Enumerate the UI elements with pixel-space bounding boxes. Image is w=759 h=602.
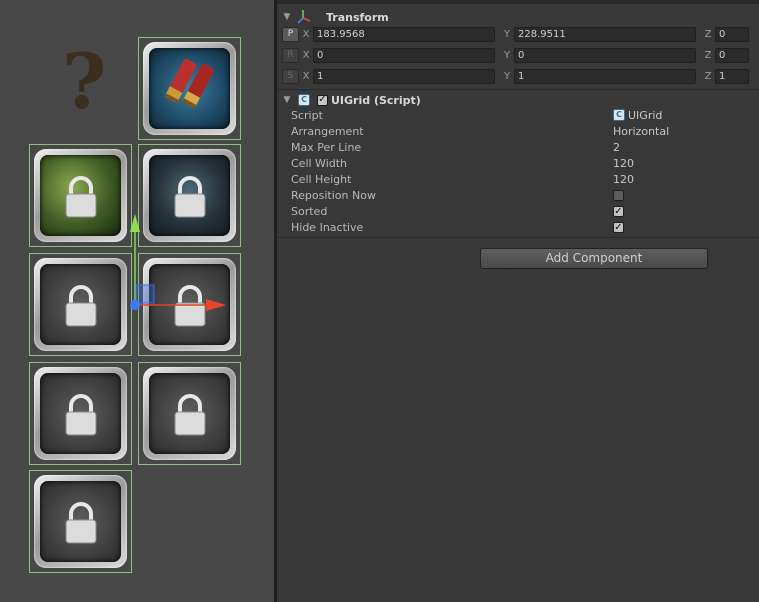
prop-max-per-line: Max Per Line 2 [291,139,751,155]
script-label: Script [291,108,323,122]
grid-cell-locked[interactable] [29,362,132,465]
script-value: UIGrid [628,108,663,122]
reposition-now-label: Reposition Now [291,188,376,202]
arrangement-label: Arrangement [291,124,364,138]
prop-arrangement: Arrangement Horizontal [291,123,751,139]
scale-y-field[interactable]: 1 [514,69,696,84]
uigrid-enabled-checkbox[interactable]: ✓ [317,94,328,106]
inspector-panel: ▼ Transform P X 183.9568 Y 228.9511 Z 0 … [277,0,759,602]
unknown-item-placeholder: ? [62,37,107,126]
component-separator [277,237,759,238]
grid-cell-locked[interactable] [29,253,132,356]
axis-x-label: X [302,50,310,61]
prop-script: Script C UIGrid [291,107,751,123]
grid-cell-locked[interactable] [138,144,241,247]
foldout-arrow-icon[interactable]: ▼ [280,95,294,105]
add-component-button[interactable]: Add Component [480,248,708,269]
axis-x-label: X [302,71,310,82]
lock-icon [65,502,97,544]
max-per-line-field[interactable]: 2 [613,141,620,154]
lock-icon [174,394,206,436]
lock-icon [174,176,206,218]
script-file-icon: C [296,92,312,108]
script-value-field[interactable]: C UIGrid [613,109,662,122]
hide-inactive-checkbox[interactable]: ✓ [613,221,624,233]
lock-icon [174,285,206,327]
arrangement-dropdown[interactable]: Horizontal [613,125,669,138]
scale-reset-button[interactable]: S [282,69,299,84]
reposition-now-checkbox[interactable] [613,189,624,201]
position-z-field[interactable]: 0 [715,27,749,42]
axis-y-label: Y [503,71,511,82]
position-row: P X 183.9568 Y 228.9511 Z 0 [277,26,759,43]
lock-icon [65,394,97,436]
grid-cell-locked[interactable] [29,144,132,247]
rotation-x-field[interactable]: 0 [313,48,495,63]
foldout-arrow-icon[interactable]: ▼ [280,12,294,22]
position-x-field[interactable]: 183.9568 [313,27,495,42]
prop-reposition-now: Reposition Now [291,187,751,203]
cell-width-field[interactable]: 120 [613,157,634,170]
lock-icon [65,176,97,218]
position-y-field[interactable]: 228.9511 [514,27,696,42]
scene-view[interactable]: ? [0,0,274,602]
shotgun-shells-icon [164,59,215,109]
cell-width-label: Cell Width [291,156,348,170]
grid-cell-locked[interactable] [138,253,241,356]
prop-cell-width: Cell Width 120 [291,155,751,171]
axis-z-label: Z [704,71,712,82]
position-reset-button[interactable]: P [282,27,299,42]
cell-height-label: Cell Height [291,172,352,186]
max-per-line-label: Max Per Line [291,140,362,154]
transform-header[interactable]: ▼ Transform [277,7,759,27]
cell-height-field[interactable]: 120 [613,173,634,186]
prop-cell-height: Cell Height 120 [291,171,751,187]
axis-z-label: Z [704,50,712,61]
axis-y-label: Y [503,29,511,40]
scale-z-field[interactable]: 1 [715,69,749,84]
transform-axes-icon [296,9,312,25]
rotation-z-field[interactable]: 0 [715,48,749,63]
prop-hide-inactive: Hide Inactive ✓ [291,219,751,235]
axis-z-label: Z [704,29,712,40]
grid-cell-shells[interactable] [138,37,241,140]
script-file-icon: C [613,109,625,121]
scale-x-field[interactable]: 1 [313,69,495,84]
transform-title: Transform [326,10,389,24]
grid-cell-locked[interactable] [29,470,132,573]
hide-inactive-label: Hide Inactive [291,220,364,234]
scale-row: S X 1 Y 1 Z 1 [277,68,759,85]
sorted-label: Sorted [291,204,328,218]
rotation-y-field[interactable]: 0 [514,48,696,63]
inspector-tab-strip [277,0,759,4]
axis-y-label: Y [503,50,511,61]
axis-x-label: X [302,29,310,40]
uigrid-title: UIGrid (Script) [331,93,421,107]
rotation-reset-button[interactable]: R [282,48,299,63]
sorted-checkbox[interactable]: ✓ [613,205,624,217]
item-slot [143,42,236,135]
grid-cell-locked[interactable] [138,362,241,465]
rotation-row: R X 0 Y 0 Z 0 [277,47,759,64]
lock-icon [65,285,97,327]
prop-sorted: Sorted ✓ [291,203,751,219]
